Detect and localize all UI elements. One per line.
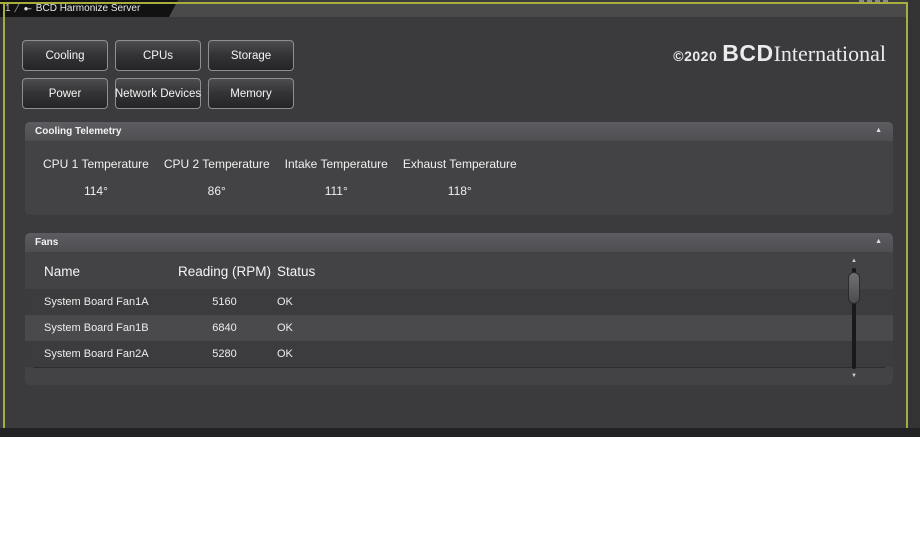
temperature-metrics: CPU 1 Temperature 114° CPU 2 Temperature… [25, 141, 893, 198]
fan-name: System Board Fan1A [44, 296, 149, 308]
collapse-up-icon[interactable]: ▲ [875, 127, 882, 134]
metric-intake-temperature: Intake Temperature 111° [285, 157, 388, 198]
fans-header[interactable]: Fans ▲ [25, 233, 893, 252]
window-border-left [3, 2, 5, 428]
nav-button-power[interactable]: Power [22, 78, 108, 109]
fan-reading: 6840 [212, 322, 237, 334]
fan-status: OK [277, 348, 293, 360]
window-edge-bottom [0, 428, 920, 437]
screen: 1 / ●-- BCD Harmonize Server Cooling CPU… [0, 0, 920, 533]
metric-cpu1-temperature: CPU 1 Temperature 114° [43, 157, 149, 198]
column-header-reading: Reading (RPM) [177, 263, 272, 279]
nav-button-memory[interactable]: Memory [208, 78, 294, 109]
scroll-down-icon[interactable]: ▼ [851, 373, 857, 379]
table-row[interactable]: System Board Fan1A 5160 OK [25, 289, 893, 315]
scroll-up-icon[interactable]: ▲ [851, 258, 857, 264]
metric-value: 111° [324, 184, 348, 198]
fan-reading: 5280 [212, 348, 237, 360]
metric-value: 118° [447, 184, 472, 198]
cooling-telemetry-panel: Cooling Telemetry ▲ CPU 1 Temperature 11… [25, 122, 893, 215]
metric-label: CPU 2 Temperature [163, 157, 270, 171]
fan-reading: 5160 [212, 296, 237, 308]
fan-table-header: Name Reading (RPM) Status [25, 253, 893, 289]
fans-title: Fans [35, 237, 59, 248]
titlebar: 1 / ●-- BCD Harmonize Server [5, 0, 906, 17]
fans-panel: Fans ▲ Name Reading (RPM) Status System … [25, 233, 893, 385]
nav-button-grid: Cooling CPUs Storage Power Network Devic… [22, 40, 294, 109]
window-border-top [0, 2, 908, 4]
fans-scrollbar: ▲ ▼ [847, 258, 861, 379]
metric-label: Exhaust Temperature [402, 157, 517, 171]
column-header-status: Status [277, 263, 316, 279]
brand-logo: ©2020 BCD International [673, 40, 886, 67]
metric-label: Intake Temperature [284, 157, 388, 171]
table-row[interactable]: System Board Fan2A 5280 OK [25, 341, 893, 367]
window-edge-right [908, 0, 920, 437]
cooling-telemetry-title: Cooling Telemetry [35, 126, 122, 137]
server-tab-icon: ●-- [23, 4, 31, 13]
nav-button-network-devices[interactable]: Network Devices [115, 78, 201, 109]
fan-name: System Board Fan1B [44, 322, 149, 334]
cooling-telemetry-body: CPU 1 Temperature 114° CPU 2 Temperature… [25, 141, 893, 215]
app-window: 1 / ●-- BCD Harmonize Server Cooling CPU… [0, 0, 920, 437]
metric-cpu2-temperature: CPU 2 Temperature 86° [164, 157, 270, 198]
fan-status: OK [277, 296, 293, 308]
logo-brand-bold: BCD [722, 40, 774, 66]
column-header-name: Name [44, 263, 81, 279]
nav-button-cpus[interactable]: CPUs [115, 40, 201, 71]
metric-label: CPU 1 Temperature [43, 157, 149, 171]
cooling-telemetry-header[interactable]: Cooling Telemetry ▲ [25, 122, 893, 141]
logo-copyright: ©2020 [673, 48, 718, 64]
table-end-divider [33, 367, 885, 368]
fan-table-rows: System Board Fan1A 5160 OK System Board … [25, 289, 893, 367]
metric-exhaust-temperature: Exhaust Temperature 118° [403, 157, 517, 198]
collapse-up-icon[interactable]: ▲ [875, 238, 882, 245]
fan-table: Name Reading (RPM) Status System Board F… [25, 253, 893, 368]
logo-brand-serif: International [773, 41, 886, 66]
fans-body: Name Reading (RPM) Status System Board F… [25, 252, 893, 385]
table-row[interactable]: System Board Fan1B 6840 OK [25, 315, 893, 341]
nav-button-cooling[interactable]: Cooling [22, 40, 108, 71]
fan-status: OK [277, 322, 293, 334]
fan-name: System Board Fan2A [44, 348, 149, 360]
metric-value: 114° [83, 184, 108, 198]
metric-value: 86° [207, 184, 226, 198]
nav-button-storage[interactable]: Storage [208, 40, 294, 71]
scrollbar-thumb[interactable] [848, 272, 860, 304]
tab-title: BCD Harmonize Server [35, 3, 141, 14]
